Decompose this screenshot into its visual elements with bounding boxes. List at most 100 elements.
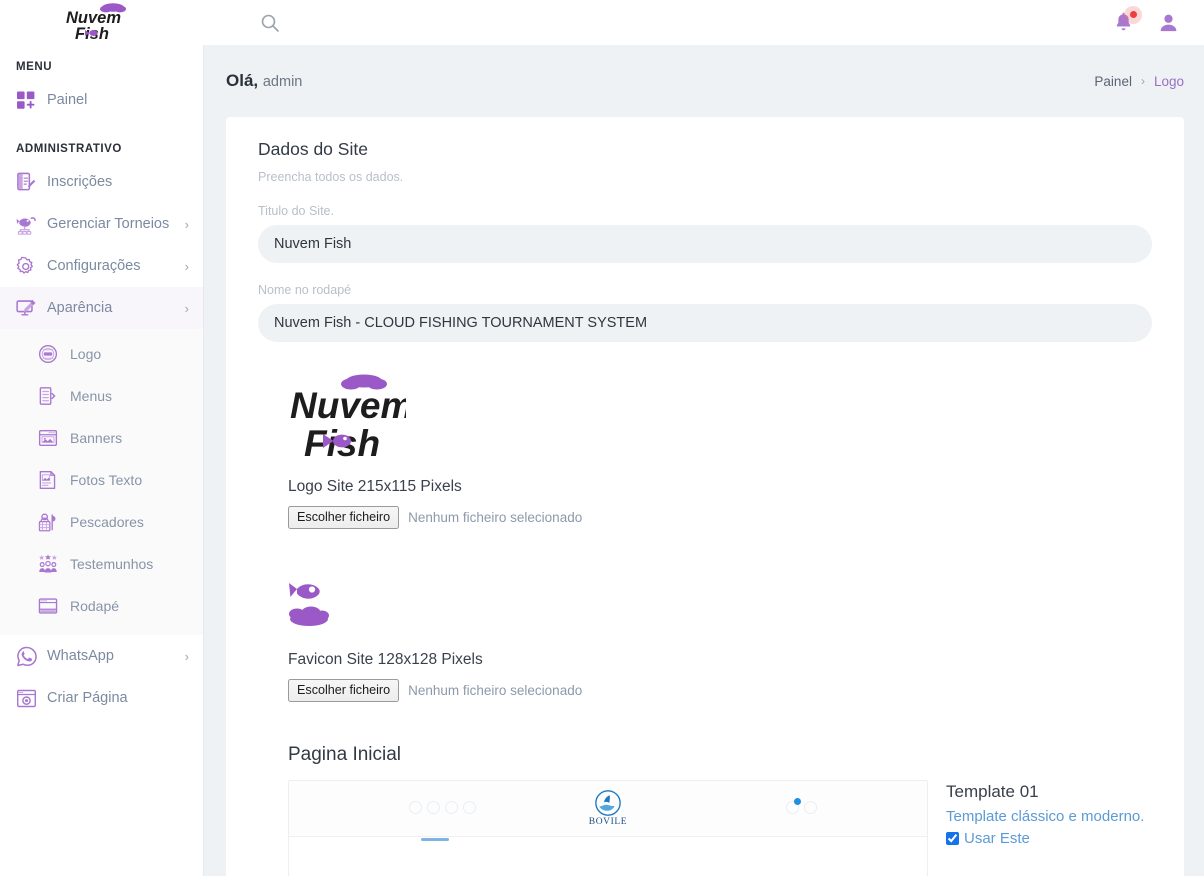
footer-name-input[interactable] xyxy=(258,304,1152,342)
chevron-right-icon: › xyxy=(184,216,189,232)
whatsapp-icon xyxy=(16,646,42,667)
breadcrumb-current[interactable]: Logo xyxy=(1154,74,1184,89)
sidebar-subitem-label: Pescadores xyxy=(70,514,144,530)
fishermen-icon xyxy=(38,512,64,532)
breadcrumb-root[interactable]: Painel xyxy=(1094,74,1132,89)
chevron-right-icon: › xyxy=(184,300,189,316)
photo-text-icon xyxy=(38,470,64,490)
topbar-right-actions xyxy=(1112,5,1204,35)
card-subtitle: Preencha todos os dados. xyxy=(258,170,404,184)
logo-upload-title: Logo Site 215x115 Pixels xyxy=(288,478,462,495)
sidebar-item-inscricoes[interactable]: Inscrições xyxy=(0,161,203,203)
logo-choose-file-button[interactable]: Escolher ficheiro xyxy=(288,506,400,529)
notification-badge-dot xyxy=(1124,5,1142,24)
sidebar-subitem-pescadores[interactable]: Pescadores xyxy=(0,501,203,543)
template-preview-thumbnail[interactable]: BOVILE xyxy=(288,780,928,876)
favicon-file-row: Escolher ficheiro Nenhum ficheiro seleci… xyxy=(288,679,1152,702)
sidebar-item-criar-pagina[interactable]: Criar Página xyxy=(0,677,203,719)
sidebar-subitem-rodape[interactable]: Rodapé xyxy=(0,585,203,627)
template-use-toggle[interactable]: Usar Este xyxy=(946,830,1144,847)
favicon-upload-title: Favicon Site 128x128 Pixels xyxy=(288,651,483,668)
sidebar-subitem-testemunhos[interactable]: Testemunhos xyxy=(0,543,203,585)
logo-file-row: Escolher ficheiro Nenhum ficheiro seleci… xyxy=(288,506,1152,529)
template-preview-right-icons xyxy=(786,801,817,814)
sidebar-item-label: Painel xyxy=(47,92,88,108)
sidebar-subitem-label: Menus xyxy=(70,388,113,404)
card-title: Dados do Site xyxy=(258,139,368,159)
sidebar-item-label: Configurações xyxy=(47,258,141,274)
testimonials-icon xyxy=(38,554,64,574)
sidebar-subitem-label: Testemunhos xyxy=(70,556,154,572)
greeting: Olá, admin xyxy=(226,71,302,91)
profile-button[interactable] xyxy=(1157,11,1180,35)
template-name: Template 01 xyxy=(946,782,1039,801)
sidebar-subitem-label: Logo xyxy=(70,346,102,362)
dashboard-icon xyxy=(16,90,42,110)
sidebar-item-label: Aparência xyxy=(47,300,113,316)
search-icon[interactable] xyxy=(260,13,280,33)
sidebar-item-label: Inscrições xyxy=(47,174,113,190)
footer-icon xyxy=(38,596,64,616)
template-list: BOVILE Template 01 Template clássico e m… xyxy=(258,780,1152,876)
site-title-input[interactable] xyxy=(258,225,1152,263)
sidebar-subitem-label: Banners xyxy=(70,430,123,446)
notifications-button[interactable] xyxy=(1112,5,1142,35)
nuvem-fish-logo-icon: Nuvem Fish xyxy=(66,2,126,43)
sidebar-item-gerenciar-torneios[interactable]: Gerenciar Torneios › xyxy=(0,203,203,245)
logo-preview: Nuvem Fish xyxy=(288,372,1152,468)
template-preview-active-dot xyxy=(794,798,801,805)
sidebar-item-configuracoes[interactable]: Configurações › xyxy=(0,245,203,287)
svg-text:Nuvem: Nuvem xyxy=(290,385,406,426)
favicon-upload-block: Favicon Site 128x128 Pixels Escolher fic… xyxy=(258,577,1152,702)
sidebar-section-administrativo: ADMINISTRATIVO xyxy=(16,143,122,155)
sidebar-subitem-label: Rodapé xyxy=(70,598,120,614)
logo-file-status: Nenhum ficheiro selecionado xyxy=(408,510,583,525)
greeting-username: admin xyxy=(262,74,303,90)
appearance-icon xyxy=(16,298,42,319)
page-header: Olá, admin Painel › Logo xyxy=(204,45,1204,117)
sidebar-item-aparencia[interactable]: Aparência › xyxy=(0,287,203,329)
sidebar-subitem-logo[interactable]: Logo xyxy=(0,333,203,375)
sidebar-item-label: WhatsApp xyxy=(47,648,114,664)
template-description: Template clássico e moderno. xyxy=(946,808,1145,825)
template-info: Template 01 Template clássico e moderno.… xyxy=(946,780,1144,876)
sidebar-item-whatsapp[interactable]: WhatsApp › xyxy=(0,635,203,677)
main-content: Olá, admin Painel › Logo Dados do Site P… xyxy=(204,45,1204,876)
brand-logo[interactable]: Nuvem Fish xyxy=(0,0,204,45)
bovile-logo-icon: BOVILE xyxy=(589,790,627,827)
sidebar-subitem-fotos-texto[interactable]: Fotos Texto xyxy=(0,459,203,501)
create-page-icon xyxy=(16,688,42,709)
site-title-label: Titulo do Site. xyxy=(258,204,334,218)
template-preview-underline xyxy=(421,838,449,841)
template-preview-social-icons xyxy=(409,801,476,814)
aparencia-submenu: Logo Menus Banners Fotos Texto Pescadore… xyxy=(0,329,203,635)
logo-badge-icon xyxy=(38,344,64,364)
favicon-preview xyxy=(288,577,1152,641)
user-icon xyxy=(1160,14,1177,31)
hamburger-icon[interactable] xyxy=(220,14,244,32)
nuvem-fish-logo-preview-icon: Nuvem Fish xyxy=(290,374,406,464)
sidebar-subitem-banners[interactable]: Banners xyxy=(0,417,203,459)
sidebar: MENU Painel ADMINISTRATIVO Inscrições Ge… xyxy=(0,45,204,876)
pagina-inicial-title: Pagina Inicial xyxy=(288,744,402,765)
site-data-card: Dados do Site Preencha todos os dados. T… xyxy=(226,117,1184,876)
sidebar-item-painel[interactable]: Painel xyxy=(0,79,203,121)
chevron-right-icon: › xyxy=(184,648,189,664)
menu-list-icon xyxy=(38,386,64,406)
favicon-file-status: Nenhum ficheiro selecionado xyxy=(408,683,583,698)
template-use-checkbox[interactable] xyxy=(946,832,959,845)
sidebar-subitem-menus[interactable]: Menus xyxy=(0,375,203,417)
footer-name-label: Nome no rodapé xyxy=(258,283,352,297)
chevron-right-icon: › xyxy=(184,258,189,274)
template-use-label: Usar Este xyxy=(964,830,1030,847)
sidebar-item-label: Gerenciar Torneios xyxy=(47,216,170,232)
topbar-tools xyxy=(204,13,280,33)
sidebar-subitem-label: Fotos Texto xyxy=(70,472,143,488)
favicon-fish-cloud-icon xyxy=(289,583,329,626)
favicon-choose-file-button[interactable]: Escolher ficheiro xyxy=(288,679,400,702)
bovile-logo-text: BOVILE xyxy=(588,817,628,827)
breadcrumb: Painel › Logo xyxy=(1094,74,1184,89)
sidebar-section-menu: MENU xyxy=(16,61,53,73)
greeting-bold: Olá, xyxy=(226,71,259,90)
banner-icon xyxy=(38,428,64,448)
